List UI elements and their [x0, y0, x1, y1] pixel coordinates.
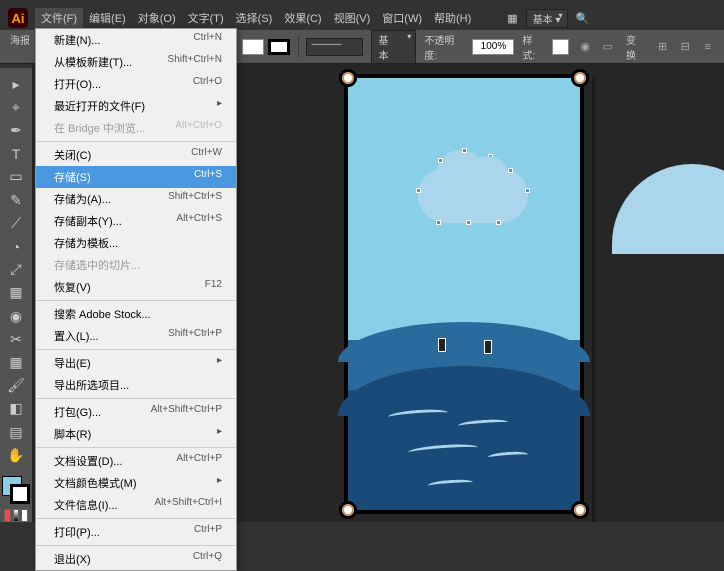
layout-icon[interactable]: ▦: [507, 12, 517, 25]
cloud-shape-2[interactable]: [612, 164, 724, 254]
menu-type[interactable]: 文字(T): [182, 8, 230, 28]
tool-slice[interactable]: ▤: [4, 422, 28, 442]
shape-icon[interactable]: ▭: [599, 38, 616, 56]
menu-select[interactable]: 选择(S): [230, 8, 279, 28]
tool-mesh[interactable]: ◉: [4, 306, 28, 326]
corner-handle-br[interactable]: [571, 501, 589, 519]
menu-effect[interactable]: 效果(C): [278, 8, 327, 28]
menu-edit[interactable]: 编辑(E): [83, 8, 132, 28]
extra-icon3[interactable]: ≡: [699, 38, 716, 56]
tool-gradient[interactable]: ▦: [4, 352, 28, 372]
toolbox: ▸ ⌖ ✒ T ▭ ✎ ⟋ ◔ ⤢ ▦ ◉ ✂ ▦ 🖌 ◧ ▤ ✋: [0, 68, 32, 522]
menu-separator: [36, 300, 236, 301]
transform-button[interactable]: 变换: [622, 30, 648, 64]
tool-artboard[interactable]: ◧: [4, 399, 28, 419]
menu-item[interactable]: 文件信息(I)...Alt+Shift+Ctrl+I: [36, 494, 236, 516]
tool-direct-select[interactable]: ⌖: [4, 97, 28, 117]
opacity-input[interactable]: [472, 39, 514, 55]
menu-help[interactable]: 帮助(H): [428, 8, 477, 28]
menu-separator: [36, 141, 236, 142]
corner-handle-tr[interactable]: [571, 69, 589, 87]
tool-shapebuilder[interactable]: ▦: [4, 283, 28, 303]
cloud-shape-selected[interactable]: [418, 168, 528, 223]
menu-item[interactable]: 导出所选项目...: [36, 374, 236, 396]
menu-separator: [36, 545, 236, 546]
tool-line[interactable]: ⟋: [4, 213, 28, 233]
workspace-dropdown[interactable]: 基本 ▾: [526, 9, 568, 28]
tool-rectangle[interactable]: ▭: [4, 167, 28, 187]
small-rect-2[interactable]: [484, 340, 492, 354]
stroke-color[interactable]: [10, 484, 30, 504]
menu-item: 存储选中的切片...: [36, 254, 236, 276]
menu-separator: [36, 398, 236, 399]
menu-item[interactable]: 脚本(R)▸: [36, 423, 236, 445]
tool-type[interactable]: T: [4, 144, 28, 164]
menu-item[interactable]: 导出(E)▸: [36, 352, 236, 374]
small-rect-1[interactable]: [438, 338, 446, 352]
menu-item: 在 Bridge 中浏览...Alt+Ctrl+O: [36, 117, 236, 139]
color-mode-1[interactable]: [4, 509, 11, 522]
tool-eyedropper[interactable]: ✂: [4, 329, 28, 349]
brush-preset[interactable]: 基本: [371, 30, 416, 64]
menu-item[interactable]: 退出(X)Ctrl+Q: [36, 548, 236, 570]
artboard[interactable]: [344, 74, 584, 514]
menu-item[interactable]: 文档颜色模式(M)▸: [36, 472, 236, 494]
style-swatch[interactable]: [552, 39, 569, 55]
stroke-swatch[interactable]: [268, 39, 290, 55]
menu-item[interactable]: 置入(L)...Shift+Ctrl+P: [36, 325, 236, 347]
tool-brush[interactable]: 🖌: [4, 376, 28, 396]
corner-handle-bl[interactable]: [339, 501, 357, 519]
tool-selection[interactable]: ▸: [4, 74, 28, 94]
menu-item[interactable]: 文档设置(D)...Alt+Ctrl+P: [36, 450, 236, 472]
search-icon[interactable]: 🔍: [576, 12, 590, 25]
tool-hand[interactable]: ✋: [4, 445, 28, 465]
extra-icon1[interactable]: ⊞: [654, 38, 671, 56]
menu-item[interactable]: 从模板新建(T)...Shift+Ctrl+N: [36, 51, 236, 73]
menu-separator: [36, 518, 236, 519]
menu-item[interactable]: 打印(P)...Ctrl+P: [36, 521, 236, 543]
tool-rotate[interactable]: ◔: [4, 236, 28, 256]
menu-item[interactable]: 存储为(A)...Shift+Ctrl+S: [36, 188, 236, 210]
fill-stroke-group: [242, 39, 290, 55]
style-label: 样式:: [522, 32, 543, 62]
corner-handle-tl[interactable]: [339, 69, 357, 87]
menu-item[interactable]: 存储副本(Y)...Alt+Ctrl+S: [36, 210, 236, 232]
fill-swatch[interactable]: [242, 39, 264, 55]
menu-item[interactable]: 最近打开的文件(F)▸: [36, 95, 236, 117]
app-logo: Ai: [8, 8, 28, 28]
tool-pen[interactable]: ✒: [4, 120, 28, 140]
menu-separator: [36, 349, 236, 350]
menu-item[interactable]: 恢复(V)F12: [36, 276, 236, 298]
menu-item[interactable]: 存储为模板...: [36, 232, 236, 254]
menu-item[interactable]: 打开(O)...Ctrl+O: [36, 73, 236, 95]
fill-stroke-swatches[interactable]: [2, 476, 30, 502]
file-menu-dropdown: 新建(N)...Ctrl+N从模板新建(T)...Shift+Ctrl+N打开(…: [35, 28, 237, 571]
menu-view[interactable]: 视图(V): [328, 8, 377, 28]
menu-file[interactable]: 文件(F): [35, 8, 83, 28]
menu-separator: [36, 447, 236, 448]
menu-window[interactable]: 窗口(W): [376, 8, 428, 28]
align-icon[interactable]: ◉: [577, 38, 594, 56]
menu-item[interactable]: 打包(G)...Alt+Shift+Ctrl+P: [36, 401, 236, 423]
color-mode-2[interactable]: [13, 509, 20, 522]
sea-front-shape[interactable]: [348, 390, 580, 510]
tool-scale[interactable]: ⤢: [4, 260, 28, 280]
document-title: 海报: [10, 32, 30, 47]
stroke-style-select[interactable]: ———: [306, 38, 363, 56]
extra-icon2[interactable]: ⊟: [677, 38, 694, 56]
opacity-label: 不透明度:: [424, 32, 464, 62]
menu-item[interactable]: 存储(S)Ctrl+S: [36, 166, 236, 188]
menu-item[interactable]: 关闭(C)Ctrl+W: [36, 144, 236, 166]
tool-pencil[interactable]: ✎: [4, 190, 28, 210]
menu-item[interactable]: 搜索 Adobe Stock...: [36, 303, 236, 325]
menu-object[interactable]: 对象(O): [132, 8, 182, 28]
menu-item[interactable]: 新建(N)...Ctrl+N: [36, 29, 236, 51]
color-mode-3[interactable]: [21, 509, 28, 522]
menubar: 文件(F) 编辑(E) 对象(O) 文字(T) 选择(S) 效果(C) 视图(V…: [35, 8, 724, 28]
